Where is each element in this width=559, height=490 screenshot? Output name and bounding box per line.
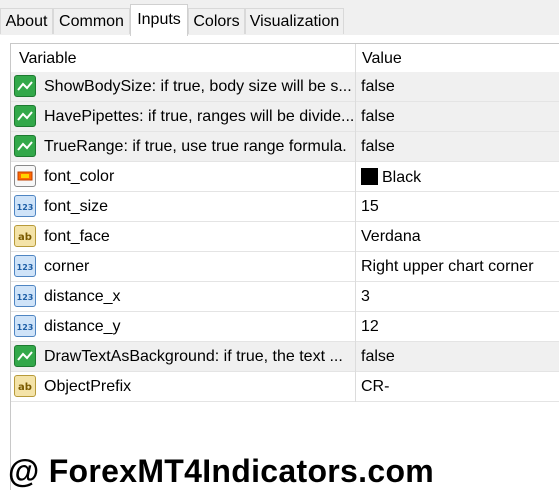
column-divider: [355, 342, 356, 372]
table-row[interactable]: 123 corner Right upper chart corner: [11, 252, 559, 282]
variable-value[interactable]: 12: [361, 318, 379, 336]
table-row[interactable]: DrawTextAsBackground: if true, the text …: [11, 342, 559, 372]
column-divider: [355, 72, 356, 102]
integer-icon: 123: [14, 285, 36, 307]
tab-bar: About Common Inputs Colors Visualization: [0, 0, 559, 36]
variable-name: font_size: [44, 198, 109, 215]
boolean-icon: [14, 135, 36, 157]
variable-name: distance_x: [44, 288, 121, 305]
variable-value[interactable]: false: [361, 108, 395, 126]
variable-value[interactable]: Right upper chart corner: [361, 258, 534, 276]
inputs-grid: Variable Value ShowBodySize: if true, bo…: [10, 43, 559, 490]
grid-header: Variable Value: [11, 44, 559, 73]
column-divider: [355, 252, 356, 282]
integer-icon-text: 123: [17, 293, 34, 302]
variable-value[interactable]: 15: [361, 198, 379, 216]
column-divider: [355, 312, 356, 342]
variable-name: font_color: [44, 168, 115, 185]
column-divider: [355, 162, 356, 192]
integer-icon: 123: [14, 315, 36, 337]
column-divider: [355, 102, 356, 132]
variable-name: distance_y: [44, 318, 121, 335]
boolean-icon: [14, 345, 36, 367]
table-row[interactable]: 123 distance_y 12: [11, 312, 559, 342]
table-row[interactable]: ab font_face Verdana: [11, 222, 559, 252]
tab-visualization[interactable]: Visualization: [245, 8, 344, 34]
tab-colors[interactable]: Colors: [188, 8, 245, 34]
header-divider: [355, 44, 356, 72]
color-swatch: [361, 168, 378, 185]
header-value[interactable]: Value: [362, 50, 402, 68]
variable-name: TrueRange: if true, use true range formu…: [44, 138, 347, 155]
integer-icon: 123: [14, 195, 36, 217]
integer-icon-text: 123: [17, 203, 34, 212]
string-icon-text: ab: [18, 382, 32, 393]
table-row[interactable]: 123 font_size 15: [11, 192, 559, 222]
variable-name: font_face: [44, 228, 110, 245]
variable-value[interactable]: false: [361, 348, 395, 366]
variable-name: ShowBodySize: if true, body size will be…: [44, 78, 352, 95]
string-icon-text: ab: [18, 232, 32, 243]
string-icon: ab: [14, 375, 36, 397]
variable-value[interactable]: 3: [361, 288, 370, 306]
column-divider: [355, 372, 356, 402]
table-row[interactable]: TrueRange: if true, use true range formu…: [11, 132, 559, 162]
tab-common[interactable]: Common: [53, 8, 130, 34]
variable-value[interactable]: false: [361, 78, 395, 96]
table-row[interactable]: 123 distance_x 3: [11, 282, 559, 312]
header-variable[interactable]: Variable: [19, 50, 77, 68]
table-row[interactable]: font_color Black: [11, 162, 559, 192]
inputs-panel: Variable Value ShowBodySize: if true, bo…: [0, 35, 559, 490]
variable-name: HavePipettes: if true, ranges will be di…: [44, 108, 355, 125]
variable-value[interactable]: CR-: [361, 378, 389, 396]
integer-icon-text: 123: [17, 263, 34, 272]
variable-name: corner: [44, 258, 90, 275]
string-icon: ab: [14, 225, 36, 247]
variable-value[interactable]: Verdana: [361, 228, 421, 246]
table-row[interactable]: HavePipettes: if true, ranges will be di…: [11, 102, 559, 132]
column-divider: [355, 192, 356, 222]
variable-name: ObjectPrefix: [44, 378, 132, 395]
boolean-icon: [14, 105, 36, 127]
variable-name: DrawTextAsBackground: if true, the text …: [44, 348, 343, 365]
integer-icon-text: 123: [17, 323, 34, 332]
variable-value[interactable]: false: [361, 138, 395, 156]
color-name: Black: [382, 169, 422, 186]
column-divider: [355, 222, 356, 252]
integer-icon: 123: [14, 255, 36, 277]
table-row[interactable]: ShowBodySize: if true, body size will be…: [11, 72, 559, 102]
column-divider: [355, 132, 356, 162]
tab-inputs[interactable]: Inputs: [130, 4, 188, 36]
watermark-text: @ ForexMT4Indicators.com: [8, 453, 435, 489]
color-icon: [14, 165, 36, 187]
table-row[interactable]: ab ObjectPrefix CR-: [11, 372, 559, 402]
column-divider: [355, 282, 356, 312]
color-value[interactable]: Black: [361, 168, 421, 187]
tab-about[interactable]: About: [0, 8, 53, 34]
boolean-icon: [14, 75, 36, 97]
